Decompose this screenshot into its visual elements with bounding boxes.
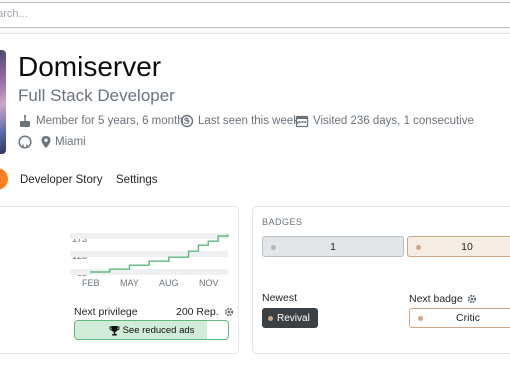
silver-badge-dot xyxy=(271,245,276,250)
privilege-rep-text: 200 Rep. xyxy=(176,306,219,318)
profile-name: Domiserver xyxy=(18,51,162,82)
next-badge-dot xyxy=(418,316,423,321)
badges-title: BADGES xyxy=(262,217,303,227)
location-pin-icon xyxy=(41,136,51,148)
cake-icon xyxy=(20,114,30,127)
silver-badge-count: 1 xyxy=(330,240,336,253)
newest-label: Newest xyxy=(262,292,298,304)
member-for-text: Member for 5 years, 6 months xyxy=(36,115,190,127)
gear-icon[interactable] xyxy=(224,307,234,320)
x-tick-may: MAY xyxy=(120,278,139,288)
member-for: Member for 5 years, 6 months xyxy=(18,113,189,129)
next-badge-name: Critic xyxy=(456,312,480,324)
next-badge-label-text: Next badge xyxy=(409,293,463,305)
last-seen-text: Last seen this week xyxy=(198,115,300,127)
bronze-badge-dot xyxy=(416,245,421,250)
bronze-badge-count: 10 xyxy=(461,240,473,253)
privilege-progress[interactable]: See reduced ads xyxy=(74,320,229,340)
clock-icon xyxy=(180,114,194,128)
next-badge[interactable]: Critic xyxy=(409,308,510,328)
grid-band xyxy=(70,233,228,239)
privilege-progress-label: See reduced ads xyxy=(75,321,228,339)
visited: Visited 236 days, 1 consecutive xyxy=(295,113,474,129)
github-icon[interactable] xyxy=(18,135,32,149)
tab-developer-story[interactable]: Developer Story xyxy=(20,174,102,186)
search-input[interactable]: earch... xyxy=(0,2,510,28)
search-placeholder: earch... xyxy=(0,8,28,20)
profile-title: Full Stack Developer xyxy=(18,86,175,105)
badges-card xyxy=(252,206,510,354)
newest-badge-dot xyxy=(268,316,273,321)
location-text: Miami xyxy=(55,136,86,148)
visited-text: Visited 236 days, 1 consecutive xyxy=(313,115,474,127)
newest-badge[interactable]: Revival xyxy=(262,308,318,328)
last-seen: Last seen this week xyxy=(180,113,299,129)
newest-badge-name: Revival xyxy=(277,312,310,324)
x-tick-feb: FEB xyxy=(82,278,100,288)
trophy-icon xyxy=(109,325,120,335)
x-tick-aug: AUG xyxy=(159,278,179,288)
next-privilege-label: Next privilege xyxy=(74,306,138,318)
privilege-text: See reduced ads xyxy=(122,324,195,336)
next-badge-label: Next badge xyxy=(409,293,477,305)
gear-icon[interactable] xyxy=(467,294,477,304)
grid-band xyxy=(70,251,228,257)
next-privilege-rep: 200 Rep. xyxy=(176,306,234,320)
silver-badges[interactable]: 1 xyxy=(262,236,404,257)
tab-settings[interactable]: Settings xyxy=(116,174,158,186)
x-tick-nov: NOV xyxy=(199,278,219,288)
profile-tab-indicator[interactable] xyxy=(0,168,8,190)
links-row: Miami xyxy=(18,134,86,150)
top-bar: earch... xyxy=(0,0,510,34)
avatar[interactable] xyxy=(0,50,6,154)
calendar-icon xyxy=(295,115,309,128)
bronze-badges[interactable]: 10 xyxy=(407,236,510,257)
